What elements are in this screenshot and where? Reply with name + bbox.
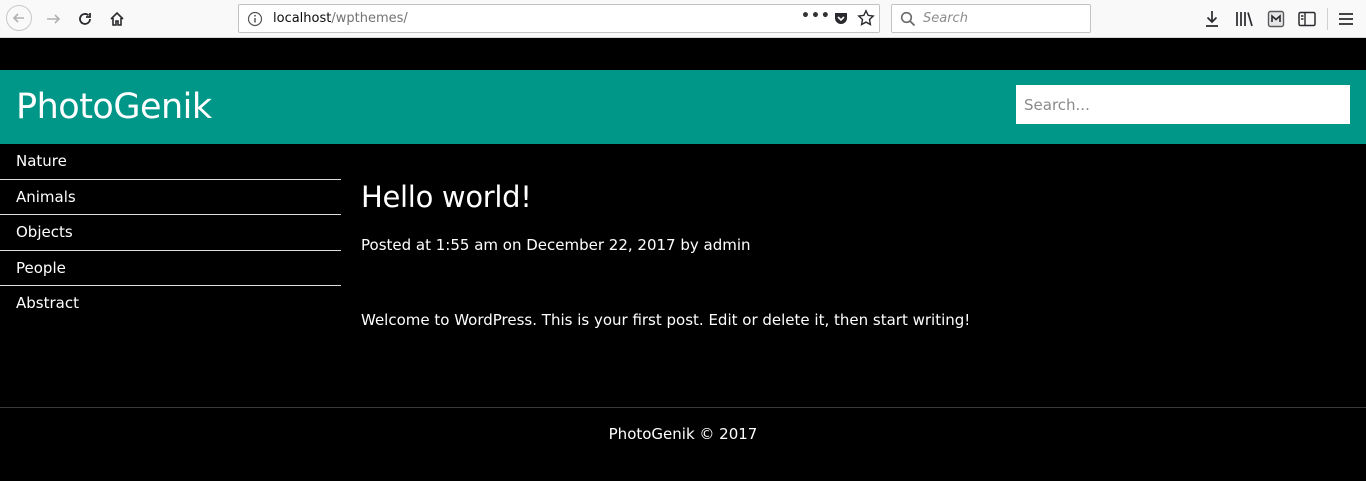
page-actions-button[interactable]: •••: [801, 8, 831, 24]
nav-item-abstract[interactable]: Abstract: [0, 286, 341, 322]
url-host: localhost: [273, 11, 332, 26]
footer-divider: [0, 407, 1366, 408]
reload-button[interactable]: [71, 5, 99, 33]
arrow-left-icon: [12, 13, 24, 23]
extension-icon[interactable]: [1266, 9, 1286, 29]
home-button[interactable]: [103, 5, 131, 33]
sidebar-toggle-icon[interactable]: [1297, 9, 1317, 29]
nav-item-animals[interactable]: Animals: [0, 180, 341, 215]
site-search-input[interactable]: [1016, 85, 1350, 124]
post: Hello world! Posted at 1:55 am on Decemb…: [361, 180, 1341, 329]
arrow-right-icon: [47, 14, 61, 24]
reload-icon: [79, 13, 91, 25]
nav-item-nature[interactable]: Nature: [0, 144, 341, 180]
nav-item-people[interactable]: People: [0, 251, 341, 286]
browser-search-box[interactable]: Search: [891, 4, 1091, 33]
site-title[interactable]: PhotoGenik: [16, 87, 212, 127]
downloads-icon[interactable]: [1202, 9, 1222, 29]
pocket-icon[interactable]: [833, 10, 849, 30]
library-icon[interactable]: [1234, 9, 1254, 29]
site-header: PhotoGenik: [0, 70, 1366, 144]
home-icon: [110, 11, 124, 26]
post-body: Welcome to WordPress. This is your first…: [361, 311, 971, 329]
nav-item-objects[interactable]: Objects: [0, 215, 341, 251]
post-meta: Posted at 1:55 am on December 22, 2017 b…: [361, 236, 751, 254]
browser-toolbar: localhost/wpthemes/ ••• Search: [0, 0, 1366, 38]
post-title[interactable]: Hello world!: [361, 180, 1341, 214]
url-path: /wpthemes/: [331, 11, 408, 26]
browser-search-placeholder: Search: [923, 11, 968, 26]
info-icon[interactable]: [247, 11, 263, 31]
forward-button[interactable]: [39, 5, 67, 33]
url-bar[interactable]: localhost/wpthemes/ •••: [238, 4, 880, 33]
category-nav: Nature Animals Objects People Abstract: [0, 144, 341, 322]
back-button[interactable]: [6, 5, 32, 31]
footer-copyright: PhotoGenik © 2017: [608, 425, 758, 443]
hamburger-menu-icon[interactable]: [1336, 9, 1356, 29]
search-icon: [900, 11, 916, 31]
toolbar-divider: [1327, 8, 1328, 30]
url-text[interactable]: localhost/wpthemes/: [273, 11, 408, 26]
bookmark-star-icon[interactable]: [857, 9, 875, 31]
